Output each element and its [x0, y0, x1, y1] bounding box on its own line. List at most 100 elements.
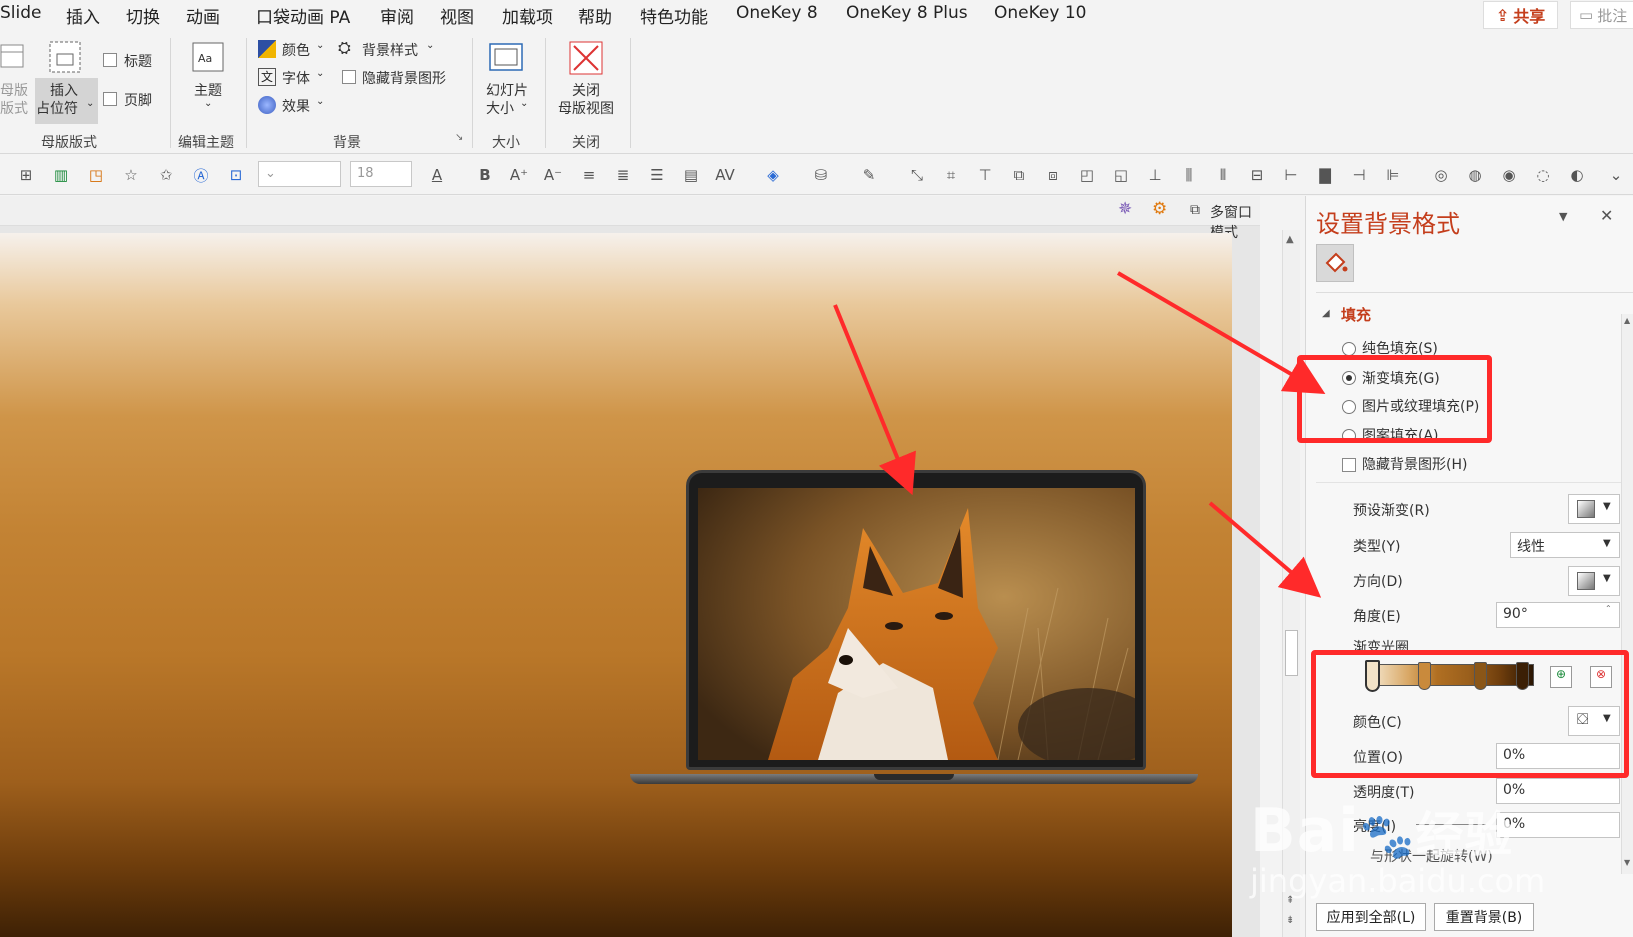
- transparency-input[interactable]: 0%: [1496, 778, 1620, 804]
- menu-onekey8plus[interactable]: OneKey 8 Plus: [846, 3, 968, 23]
- align-middle-icon[interactable]: ⊥: [1144, 164, 1166, 186]
- pen-icon[interactable]: ✎: [858, 164, 880, 186]
- insert-placeholder-label-2[interactable]: 占位符: [36, 98, 78, 118]
- reset-background-button[interactable]: 重置背景(B): [1434, 903, 1534, 931]
- menu-addins[interactable]: 加载项: [502, 3, 553, 28]
- scroll-up-icon[interactable]: ▲: [1624, 316, 1630, 325]
- font-name-combo[interactable]: ⌄: [258, 161, 341, 187]
- transform-icon[interactable]: ⤡: [906, 164, 928, 186]
- share-button[interactable]: ⇪ 共享: [1483, 1, 1558, 29]
- close-master-label-1[interactable]: 关闭: [572, 80, 600, 100]
- font-size-combo[interactable]: 18: [350, 161, 412, 187]
- shape-icon[interactable]: ⊞: [15, 164, 37, 186]
- menu-view[interactable]: 视图: [440, 3, 474, 28]
- solid-fill-radio[interactable]: [1342, 342, 1356, 356]
- title-checkbox[interactable]: [103, 53, 117, 67]
- pane-options-icon[interactable]: ▼: [1559, 210, 1567, 223]
- menu-onekey10[interactable]: OneKey 10: [994, 3, 1086, 23]
- align-right-icon[interactable]: ⊢: [1280, 164, 1302, 186]
- footer-checkbox[interactable]: [103, 92, 117, 106]
- fragment-icon[interactable]: ◉: [1498, 164, 1520, 186]
- bg-styles-button[interactable]: 背景样式: [362, 40, 418, 60]
- spin-up-icon[interactable]: ⌃: [1605, 604, 1612, 613]
- shape-fill-icon[interactable]: ◈: [762, 164, 784, 186]
- group-icon[interactable]: ⧉: [1008, 164, 1030, 186]
- menu-slide[interactable]: Slide: [0, 3, 42, 23]
- insert-chart-icon[interactable]: ▥: [50, 164, 72, 186]
- slide-size-label-1[interactable]: 幻灯片: [486, 80, 528, 100]
- distribute-v-icon[interactable]: ⫴: [1212, 164, 1234, 186]
- star-outline-icon[interactable]: ✩: [155, 164, 177, 186]
- type-dropdown[interactable]: 线性 ▼: [1510, 532, 1620, 558]
- fill-header[interactable]: 填充: [1341, 304, 1371, 325]
- menu-insert[interactable]: 插入: [66, 3, 100, 28]
- apply-to-all-button[interactable]: 应用到全部(L): [1316, 903, 1426, 931]
- fill-tab[interactable]: [1316, 244, 1354, 282]
- align-center-icon[interactable]: ≡: [578, 164, 600, 186]
- pane-scrollbar[interactable]: ▲ ▼: [1621, 314, 1633, 874]
- shrink-font-icon[interactable]: A⁻: [542, 164, 564, 186]
- align-bottom-icon[interactable]: ⊟: [1246, 164, 1268, 186]
- align-justify-icon[interactable]: ≣: [612, 164, 634, 186]
- scroll-up-icon[interactable]: ▲: [1286, 234, 1294, 245]
- paint-bucket-icon[interactable]: ⛁: [810, 164, 832, 186]
- combine-icon[interactable]: ◍: [1464, 164, 1486, 186]
- theme-button[interactable]: 主题: [194, 80, 222, 100]
- sparkle-icon[interactable]: ✵: [1118, 199, 1132, 219]
- crop-icon[interactable]: ⌗: [940, 164, 962, 186]
- preset-gradient-dropdown[interactable]: ▼: [1568, 494, 1620, 524]
- bring-front-icon[interactable]: ◰: [1076, 164, 1098, 186]
- distribute-icon[interactable]: ▤: [680, 164, 702, 186]
- star-icon[interactable]: ☆: [120, 164, 142, 186]
- insert-placeholder-label-1[interactable]: 插入: [50, 80, 78, 100]
- font-color-icon[interactable]: A: [426, 164, 448, 186]
- next-slide-icon[interactable]: ⇟: [1286, 915, 1294, 926]
- fonts-button[interactable]: 字体: [282, 68, 310, 88]
- merge-icon[interactable]: ⊫: [1382, 164, 1404, 186]
- align-left-icon[interactable]: ☰: [646, 164, 668, 186]
- dialog-launcher-icon[interactable]: ↘: [455, 132, 463, 143]
- close-master-label-2[interactable]: 母版视图: [558, 98, 614, 118]
- effects-button[interactable]: 效果: [282, 96, 310, 116]
- close-icon[interactable]: ✕: [1600, 206, 1613, 225]
- brightness-input[interactable]: 0%: [1496, 812, 1620, 838]
- angle-input[interactable]: 90° ⌃: [1496, 602, 1620, 628]
- menu-review[interactable]: 审阅: [380, 3, 414, 28]
- scroll-thumb[interactable]: [1285, 630, 1298, 676]
- textbox-vertical-icon[interactable]: ⊡: [225, 164, 247, 186]
- align-top-icon[interactable]: ⊤: [974, 164, 996, 186]
- more-options-icon[interactable]: ⌄: [1605, 164, 1627, 186]
- master-layout-label-1[interactable]: 母版: [0, 80, 28, 100]
- bar-align-icon[interactable]: ▇: [1314, 164, 1336, 186]
- menu-pocket-animation[interactable]: 口袋动画 PA: [256, 3, 350, 28]
- insert-placeholder-icon: [49, 41, 81, 73]
- colors-button[interactable]: 颜色: [282, 40, 310, 60]
- subtract-icon[interactable]: ◐: [1566, 164, 1588, 186]
- master-layout-label-2[interactable]: 版式: [0, 98, 28, 118]
- ungroup-icon[interactable]: ⧈: [1042, 164, 1064, 186]
- arrange-icon[interactable]: ⊣: [1348, 164, 1370, 186]
- menu-onekey8[interactable]: OneKey 8: [736, 3, 818, 23]
- union-icon[interactable]: ◎: [1430, 164, 1452, 186]
- intersect-icon[interactable]: ◌: [1532, 164, 1554, 186]
- menu-animations[interactable]: 动画: [186, 3, 220, 28]
- hide-bg-graphics-checkbox[interactable]: [1342, 458, 1356, 472]
- menu-transitions[interactable]: 切换: [126, 3, 160, 28]
- distribute-h-icon[interactable]: ⫼: [1178, 164, 1200, 186]
- slide-size-label-2[interactable]: 大小: [486, 98, 514, 118]
- grow-font-icon[interactable]: A⁺: [508, 164, 530, 186]
- select-icon[interactable]: ◳: [85, 164, 107, 186]
- comment-button[interactable]: ▭ 批注: [1570, 1, 1633, 29]
- hide-bg-checkbox[interactable]: [342, 70, 356, 84]
- bold-icon[interactable]: B: [474, 164, 496, 186]
- direction-dropdown[interactable]: ▼: [1568, 566, 1620, 596]
- menu-special[interactable]: 特色功能: [640, 3, 708, 28]
- gear-icon[interactable]: ⚙: [1152, 199, 1167, 219]
- char-spacing-icon[interactable]: AV: [714, 164, 736, 186]
- dropdown-arrow-icon: ▼: [1603, 573, 1611, 584]
- collapse-icon[interactable]: ◢: [1322, 308, 1330, 319]
- scroll-down-icon[interactable]: ▼: [1624, 858, 1630, 867]
- textbox-icon[interactable]: Ⓐ: [190, 164, 212, 186]
- send-back-icon[interactable]: ◱: [1110, 164, 1132, 186]
- menu-help[interactable]: 帮助: [578, 3, 612, 28]
